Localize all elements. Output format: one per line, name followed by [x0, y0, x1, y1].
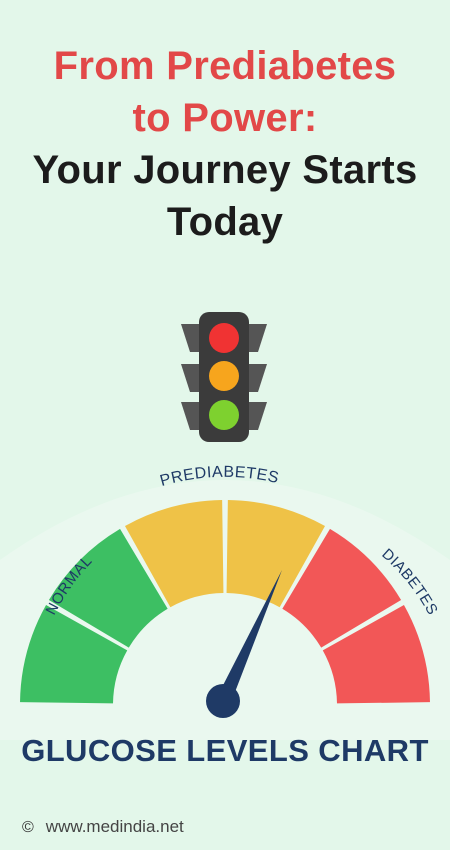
amber-light — [209, 361, 239, 391]
red-light — [209, 323, 239, 353]
infographic: { "title": { "line1": "From Prediabetes"… — [0, 0, 450, 850]
chart-label: GLUCOSE LEVELS CHART — [21, 733, 429, 768]
footer: © www.medindia.net — [22, 817, 184, 837]
needle-hub — [206, 684, 240, 718]
title-line-1: From Prediabetes — [53, 44, 397, 88]
title-line-3: Your Journey Starts — [32, 148, 418, 192]
traffic-light-icon — [181, 312, 267, 442]
site-url[interactable]: www.medindia.net — [46, 817, 184, 837]
glucose-gauge: NORMAL PREDIABETES DIABETES — [0, 464, 450, 740]
page-title: From Prediabetes to Power: Your Journey … — [0, 40, 450, 248]
green-light — [209, 400, 239, 430]
title-line-4: Today — [166, 200, 284, 244]
copyright-icon: © — [22, 819, 34, 836]
title-line-2: to Power: — [132, 96, 318, 140]
